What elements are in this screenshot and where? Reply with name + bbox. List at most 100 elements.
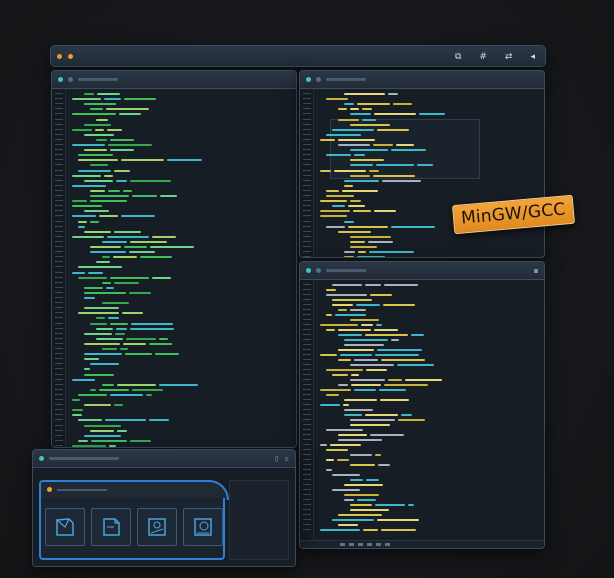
code-token xyxy=(90,246,121,248)
status-chip xyxy=(367,543,372,546)
code-token xyxy=(84,332,112,335)
status-chip xyxy=(349,543,354,546)
minimize-icon[interactable]: ▯ xyxy=(274,454,279,463)
code-token xyxy=(320,354,337,356)
code-token xyxy=(370,294,392,296)
line-number xyxy=(303,154,311,156)
code-token xyxy=(332,284,362,286)
line-number xyxy=(303,424,311,425)
tab-title[interactable] xyxy=(326,78,366,81)
file-tile[interactable] xyxy=(91,508,131,546)
line-number xyxy=(303,235,311,237)
code-token xyxy=(379,389,406,391)
line-number xyxy=(303,504,311,505)
code-token xyxy=(160,195,177,197)
line-number xyxy=(303,304,311,305)
code-token xyxy=(320,444,327,446)
code-token xyxy=(150,246,194,248)
line-number xyxy=(55,230,63,232)
line-number xyxy=(303,379,311,380)
code-token xyxy=(362,118,376,121)
code-token xyxy=(320,200,347,203)
folder-tab[interactable] xyxy=(39,480,229,500)
code-token xyxy=(326,394,339,396)
tab-title[interactable] xyxy=(78,78,118,81)
code-token xyxy=(354,359,378,361)
code-token xyxy=(109,444,116,447)
code-token xyxy=(78,169,111,172)
file-tile[interactable] xyxy=(137,508,177,546)
left-code-area[interactable] xyxy=(52,89,296,447)
hash-icon[interactable]: # xyxy=(479,52,487,62)
code-token xyxy=(326,98,348,101)
line-number xyxy=(55,322,63,324)
split-view-icon[interactable]: ⧉ xyxy=(455,52,461,62)
code-token xyxy=(96,317,105,320)
line-number xyxy=(303,459,311,460)
line-number xyxy=(303,309,311,310)
line-number xyxy=(303,93,311,94)
line-number xyxy=(303,479,311,480)
code-token xyxy=(116,327,127,330)
code-token xyxy=(96,327,113,330)
code-token xyxy=(152,235,176,238)
top-right-code-area[interactable] xyxy=(300,89,544,257)
tab-icon[interactable] xyxy=(316,77,321,82)
code-token xyxy=(110,138,134,141)
code-token xyxy=(97,93,120,95)
tab-icon[interactable] xyxy=(316,268,321,273)
line-number xyxy=(303,284,311,285)
code-token xyxy=(117,383,156,386)
code-token xyxy=(397,364,434,366)
line-number xyxy=(303,324,311,325)
code-token xyxy=(107,128,122,131)
code-token xyxy=(344,399,377,401)
code-token xyxy=(320,215,347,218)
code-token xyxy=(72,235,104,238)
close-icon[interactable]: ▫ xyxy=(284,454,289,463)
line-number xyxy=(303,210,311,212)
code-token xyxy=(102,302,129,305)
branch-icon[interactable]: ⇄ xyxy=(505,52,513,62)
line-number xyxy=(303,123,311,125)
tab-title[interactable] xyxy=(326,269,366,272)
line-number xyxy=(303,294,311,295)
close-icon[interactable] xyxy=(534,268,538,273)
tab-icon[interactable] xyxy=(68,77,73,82)
code-token xyxy=(102,281,111,284)
code-token xyxy=(84,424,121,427)
bottom-right-code-area[interactable] xyxy=(300,280,544,548)
code-token xyxy=(167,159,202,162)
code-token xyxy=(102,348,117,350)
line-number xyxy=(303,118,311,120)
code-token xyxy=(350,235,391,238)
arrow-icon[interactable]: ◂ xyxy=(530,52,535,62)
code-token xyxy=(104,98,121,101)
bottom-right-editor-window xyxy=(299,261,545,549)
line-number xyxy=(303,529,311,530)
code-token xyxy=(357,499,376,501)
orange-dot-icon[interactable] xyxy=(57,54,62,59)
file-tile[interactable] xyxy=(45,508,85,546)
code-token xyxy=(130,439,151,442)
code-token xyxy=(106,286,114,289)
line-number xyxy=(55,353,63,355)
file-tile[interactable] xyxy=(183,508,223,546)
line-number xyxy=(303,364,311,365)
line-number xyxy=(303,524,311,525)
code-token xyxy=(338,349,374,351)
status-chip xyxy=(385,543,390,546)
line-number xyxy=(55,174,63,176)
orange-dot-icon[interactable] xyxy=(68,54,73,59)
code-token xyxy=(338,138,375,141)
code-token xyxy=(326,329,335,331)
line-number xyxy=(55,220,63,222)
code-token xyxy=(123,342,146,345)
code-token xyxy=(384,384,428,386)
code-token xyxy=(104,174,113,177)
code-token xyxy=(130,327,174,330)
code-token xyxy=(405,379,442,381)
code-token xyxy=(350,240,365,243)
file-grid xyxy=(39,498,225,560)
code-token xyxy=(344,103,354,106)
